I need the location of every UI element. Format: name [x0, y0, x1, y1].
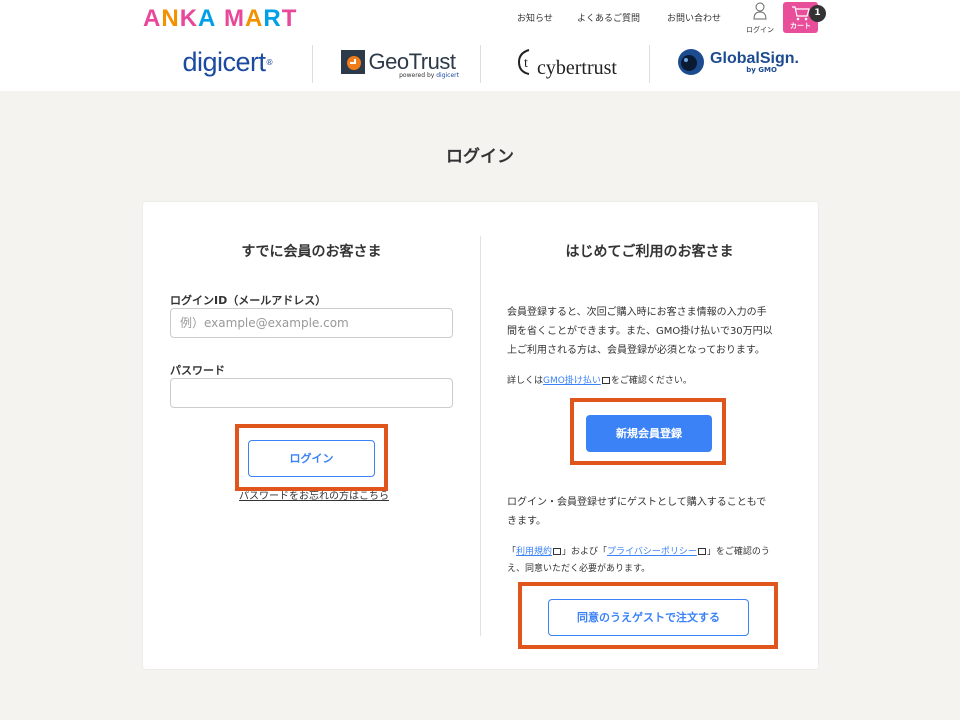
brand-divider	[649, 45, 650, 83]
cart-icon	[791, 6, 810, 21]
globalsign-mark-icon	[678, 49, 705, 75]
brand-logos: digicert ® GeoTrust powered by digicert t…	[143, 42, 818, 84]
logo-letter: A	[143, 5, 162, 32]
terms-link[interactable]: 利用規約	[516, 547, 552, 557]
password-label: パスワード	[170, 364, 225, 377]
login-id-input[interactable]	[170, 308, 453, 338]
newcomer-intro: 会員登録すると、次回ご購入時にお客さま情報の入力の手 間を省くことができます。ま…	[507, 303, 797, 360]
guest-note: ログイン・会員登録せずにゲストとして購入することもで きます。	[507, 493, 797, 531]
cart-count-badge: 1	[809, 5, 826, 22]
logo-letter	[216, 6, 224, 32]
guest-order-button[interactable]: 同意のうえゲストで注文する	[548, 599, 749, 636]
logo-letter: M	[224, 5, 246, 32]
logo-letter: T	[281, 5, 298, 32]
geotrust-sub-powered: powered by	[399, 72, 435, 79]
page-title: ログイン	[446, 147, 514, 167]
globalsign-text-wrap: GlobalSign. by GMO	[710, 50, 799, 74]
logo-letter: A	[245, 5, 264, 32]
logo-letter: A	[198, 5, 217, 32]
cart-label: カート	[790, 22, 811, 30]
nav-faq-link[interactable]: よくあるご質問	[577, 11, 640, 24]
terms-mid: 」および「	[562, 547, 608, 557]
nav-news-link[interactable]: お知らせ	[517, 11, 553, 24]
forgot-password-link[interactable]: パスワードをお忘れの方はこちら	[239, 487, 389, 502]
external-link-icon	[553, 548, 562, 555]
newcomer-intro-line1: 会員登録すると、次回ご購入時にお客さま情報の入力の手	[507, 307, 767, 318]
login-label: ログイン	[746, 26, 774, 34]
external-link-icon	[697, 548, 706, 555]
geotrust-mark-icon	[340, 50, 365, 74]
newcomer-section-title: はじめてご利用のお客さま	[565, 244, 734, 260]
details-suffix: をご確認ください。	[610, 376, 692, 386]
logo-letter: K	[179, 5, 199, 32]
external-link-icon	[601, 377, 610, 384]
login-button[interactable]: ログイン	[248, 440, 375, 477]
details-prefix: 詳しくは	[507, 376, 544, 386]
guest-note-line2: きます。	[507, 516, 546, 527]
brand-divider	[480, 45, 481, 83]
column-divider	[480, 236, 481, 636]
digicert-mark: ®	[265, 57, 274, 67]
guest-note-line1: ログイン・会員登録せずにゲストとして購入することもで	[507, 497, 767, 508]
brand-divider	[312, 45, 313, 83]
details-note: 詳しくはGMO掛け払い をご確認ください。	[507, 373, 692, 386]
login-id-label: ログインID（メールアドレス）	[170, 294, 327, 307]
nav-contact-link[interactable]: お問い合わせ	[667, 11, 721, 24]
geotrust-logo: GeoTrust powered by digicert	[333, 42, 463, 82]
privacy-policy-link[interactable]: プライバシーポリシー	[607, 547, 697, 557]
terms-note-line2: え、同意いただく必要があります。	[507, 564, 651, 574]
terms-note: 「利用規約 」および「プライバシーポリシー 」をご確認のう	[507, 544, 770, 557]
register-button[interactable]: 新規会員登録	[586, 415, 712, 452]
user-icon	[753, 2, 767, 20]
gmo-payment-link[interactable]: GMO掛け払い	[543, 376, 601, 386]
password-input[interactable]	[170, 378, 453, 408]
terms-close: 」をご確認のう	[706, 547, 770, 557]
geotrust-sub-brand: digicert	[436, 72, 459, 79]
anka-mart-logo[interactable]: ANKA MART	[143, 6, 297, 32]
member-section-title: すでに会員のお客さま	[241, 244, 382, 260]
login-card: すでに会員のお客さま ログインID（メールアドレス） パスワード パスワードをお…	[143, 202, 818, 669]
cybertrust-logo: t cybertrust	[511, 42, 621, 82]
cybertrust-mark-icon: t	[517, 49, 530, 75]
logo-letter: R	[263, 5, 282, 32]
globalsign-logo: GlobalSign. by GMO	[668, 42, 808, 82]
login-link[interactable]: ログイン	[745, 2, 775, 35]
terms-open: 「	[507, 547, 517, 557]
digicert-text: digicert	[182, 46, 266, 77]
geotrust-sub: powered by digicert	[399, 72, 459, 79]
digicert-logo: digicert ®	[173, 42, 283, 82]
site-header: ANKA MART お知らせ よくあるご質問 お問い合わせ ログイン カート 1…	[0, 0, 960, 91]
newcomer-intro-line2: 間を省くことができます。また、GMO掛け払いで30万円以	[507, 326, 773, 337]
globalsign-sub: by GMO	[746, 66, 777, 74]
svg-text:t: t	[524, 56, 528, 71]
logo-letter: N	[161, 5, 180, 32]
cybertrust-text: cybertrust	[537, 56, 617, 79]
newcomer-intro-line3: 上ご利用される方は、会員登録が必須となっております。	[507, 345, 765, 356]
